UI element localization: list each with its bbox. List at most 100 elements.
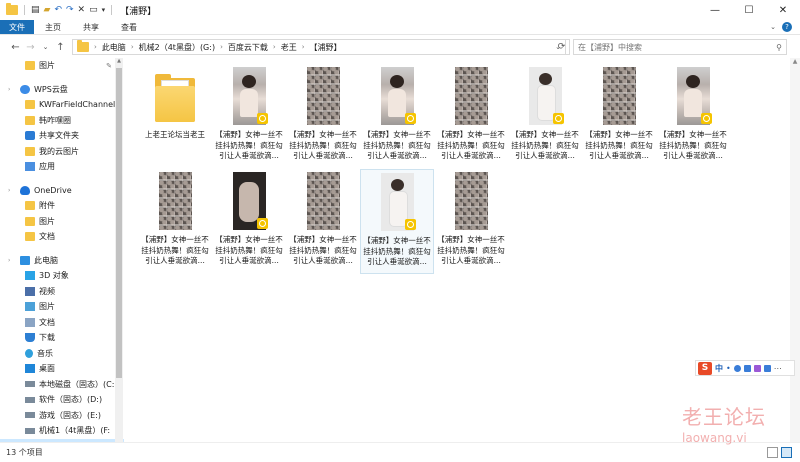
scrollbar-thumb[interactable]	[116, 68, 122, 378]
expand-chevron-icon[interactable]: ›	[8, 187, 10, 194]
folder-icon	[6, 3, 18, 15]
search-icon[interactable]: ⚲	[772, 43, 786, 52]
sidebar-item[interactable]: 我的云图片	[0, 144, 124, 160]
ime-mode-toggle[interactable]: 中	[715, 363, 723, 374]
video-file-item[interactable]: 【浦野】女神一丝不挂抖奶热舞！疯狂勾引让人垂涎欲滴...	[212, 64, 286, 169]
search-input[interactable]	[578, 42, 772, 52]
sidebar-item[interactable]: 下载	[0, 330, 124, 346]
delete-icon[interactable]: ✕	[78, 5, 86, 15]
customize-toolbar-icon[interactable]: ▾	[102, 6, 106, 14]
video-file-item[interactable]: 【浦野】女神一丝不挂抖奶热舞！疯狂勾引让人垂涎欲滴...	[138, 169, 212, 274]
video-file-item[interactable]: 【浦野】女神一丝不挂抖奶热舞！疯狂勾引让人垂涎欲滴...	[582, 64, 656, 169]
sidebar-item[interactable]: › WPS云盘	[0, 82, 124, 98]
breadcrumb-current[interactable]: 【浦野】	[310, 42, 342, 53]
sidebar-item[interactable]: 附件	[0, 198, 124, 214]
tab-share[interactable]: 共享	[72, 20, 110, 34]
sidebar-item-label: 附件	[39, 201, 55, 211]
view-switcher	[767, 447, 792, 458]
pictures-icon	[25, 302, 35, 312]
sidebar-item[interactable]: 3D 对象	[0, 268, 124, 284]
sidebar-item[interactable]: 音乐	[0, 346, 124, 362]
video-file-item[interactable]: 【浦野】女神一丝不挂抖奶热舞！疯狂勾引让人垂涎欲滴...	[434, 64, 508, 169]
file-name: 【浦野】女神一丝不挂抖奶热舞！疯狂勾引让人垂涎欲滴...	[511, 130, 579, 160]
tab-home[interactable]: 主页	[34, 20, 72, 34]
tab-file[interactable]: 文件	[0, 20, 34, 34]
video-file-item[interactable]: 【浦野】女神一丝不挂抖奶热舞！疯狂勾引让人垂涎欲滴...	[360, 169, 434, 274]
sogou-logo-icon[interactable]: S	[698, 361, 712, 375]
large-icons-view-button[interactable]	[781, 447, 792, 458]
tab-view[interactable]: 查看	[110, 20, 148, 34]
undo-icon[interactable]: ↶	[54, 5, 62, 15]
expand-chevron-icon[interactable]: ›	[8, 257, 10, 264]
rename-icon[interactable]: ▭	[89, 5, 98, 15]
breadcrumb-baidu-download[interactable]: 百度云下载	[228, 42, 268, 53]
video-file-item[interactable]: 【浦野】女神一丝不挂抖奶热舞！疯狂勾引让人垂涎欲滴...	[434, 169, 508, 274]
scroll-up-icon[interactable]: ▲	[115, 58, 123, 66]
details-view-button[interactable]	[767, 447, 778, 458]
help-icon[interactable]: ?	[782, 22, 792, 32]
video-file-item[interactable]: 【浦野】女神一丝不挂抖奶热舞！疯狂勾引让人垂涎欲滴...	[360, 64, 434, 169]
up-button[interactable]: ↑	[53, 42, 68, 53]
maximize-button[interactable]: ☐	[732, 0, 766, 20]
ime-toolbar: S 中 • ⋯	[695, 360, 795, 376]
recent-locations-button[interactable]: ⌄	[38, 43, 53, 51]
breadcrumb-laowang[interactable]: 老王	[281, 42, 297, 53]
sidebar-item[interactable]: 图片	[0, 299, 124, 315]
video-file-item[interactable]: 【浦野】女神一丝不挂抖奶热舞！疯狂勾引让人垂涎欲滴...	[286, 64, 360, 169]
sidebar-item[interactable]: 文档	[0, 229, 124, 245]
video-thumbnail	[306, 172, 340, 230]
sidebar-item[interactable]: 本地磁盘（固态）(C:	[0, 377, 124, 393]
sidebar-item[interactable]: 图片	[0, 214, 124, 230]
refresh-button[interactable]: ⟳	[554, 39, 570, 55]
scroll-up-icon[interactable]: ▲	[790, 58, 800, 68]
drive-icon	[25, 412, 35, 419]
properties-icon[interactable]: ▤	[31, 5, 40, 15]
sidebar-item[interactable]: 韩咋嘿圈	[0, 113, 124, 129]
sidebar-item[interactable]: 文档	[0, 315, 124, 331]
file-name: 【浦野】女神一丝不挂抖奶热舞！疯狂勾引让人垂涎欲滴...	[363, 130, 431, 160]
sidebar-item[interactable]: 游戏（固态）(E:)	[0, 408, 124, 424]
video-file-item[interactable]: 【浦野】女神一丝不挂抖奶热舞！疯狂勾引让人垂涎欲滴...	[286, 169, 360, 274]
file-list-scrollbar[interactable]: ▲	[790, 58, 800, 442]
sidebar-item[interactable]: 桌面	[0, 361, 124, 377]
expand-ribbon-icon[interactable]: ⌄	[770, 23, 776, 31]
player-badge-icon	[701, 113, 712, 124]
sidebar-item[interactable]: KWFarFieldChannel	[0, 97, 124, 113]
folder-item[interactable]: 上老王论坛当老王	[138, 64, 212, 169]
navigation-pane-scrollbar[interactable]: ▲	[115, 58, 123, 442]
video-file-item[interactable]: 【浦野】女神一丝不挂抖奶热舞！疯狂勾引让人垂涎欲滴...	[508, 64, 582, 169]
toolbox-icon[interactable]	[763, 364, 771, 372]
search-box[interactable]: ⚲	[573, 39, 787, 55]
skin-icon[interactable]	[753, 364, 761, 372]
sidebar-item[interactable]: 共享文件夹	[0, 128, 124, 144]
back-button[interactable]: ←	[8, 42, 23, 53]
minimize-button[interactable]: —	[698, 0, 732, 20]
sidebar-item[interactable]: › 此电脑	[0, 253, 124, 269]
player-badge-icon	[405, 113, 416, 124]
ime-more-button[interactable]: ⋯	[774, 364, 782, 373]
video-file-item[interactable]: 【浦野】女神一丝不挂抖奶热舞！疯狂勾引让人垂涎欲滴...	[656, 64, 730, 169]
new-folder-icon[interactable]: ▰	[44, 5, 51, 15]
documents-icon	[25, 317, 35, 327]
ime-punctuation-toggle[interactable]: •	[726, 364, 731, 373]
forward-button[interactable]: →	[23, 42, 38, 53]
microphone-icon[interactable]	[733, 364, 741, 372]
address-bar[interactable]: › 此电脑 › 机械2（4t黑盘）(G:) › 百度云下载 › 老王 › 【浦野…	[72, 39, 566, 55]
breadcrumb-drive-g[interactable]: 机械2（4t黑盘）(G:)	[139, 42, 215, 53]
close-button[interactable]: ✕	[766, 0, 800, 20]
keyboard-icon[interactable]	[743, 364, 751, 372]
sidebar-item[interactable]: 应用	[0, 159, 124, 175]
sidebar-item[interactable]: 机械1（4t黑盘）(F:	[0, 423, 124, 439]
file-name: 【浦野】女神一丝不挂抖奶热舞！疯狂勾引让人垂涎欲滴...	[215, 235, 283, 265]
redo-icon[interactable]: ↷	[66, 5, 74, 15]
sidebar-item[interactable]: 视频	[0, 284, 124, 300]
video-file-item[interactable]: 【浦野】女神一丝不挂抖奶热舞！疯狂勾引让人垂涎欲滴...	[212, 169, 286, 274]
sidebar-item[interactable]: 软件（固态）(D:)	[0, 392, 124, 408]
sidebar-item[interactable]: › OneDrive	[0, 183, 124, 199]
title-bar: ▤ ▰ ↶ ↷ ✕ ▭ ▾ 【浦野】 — ☐ ✕	[0, 0, 800, 20]
breadcrumb-this-pc[interactable]: 此电脑	[102, 42, 126, 53]
expand-chevron-icon[interactable]: ›	[8, 86, 10, 93]
sidebar-item[interactable]: 图片 ✎	[0, 58, 124, 74]
